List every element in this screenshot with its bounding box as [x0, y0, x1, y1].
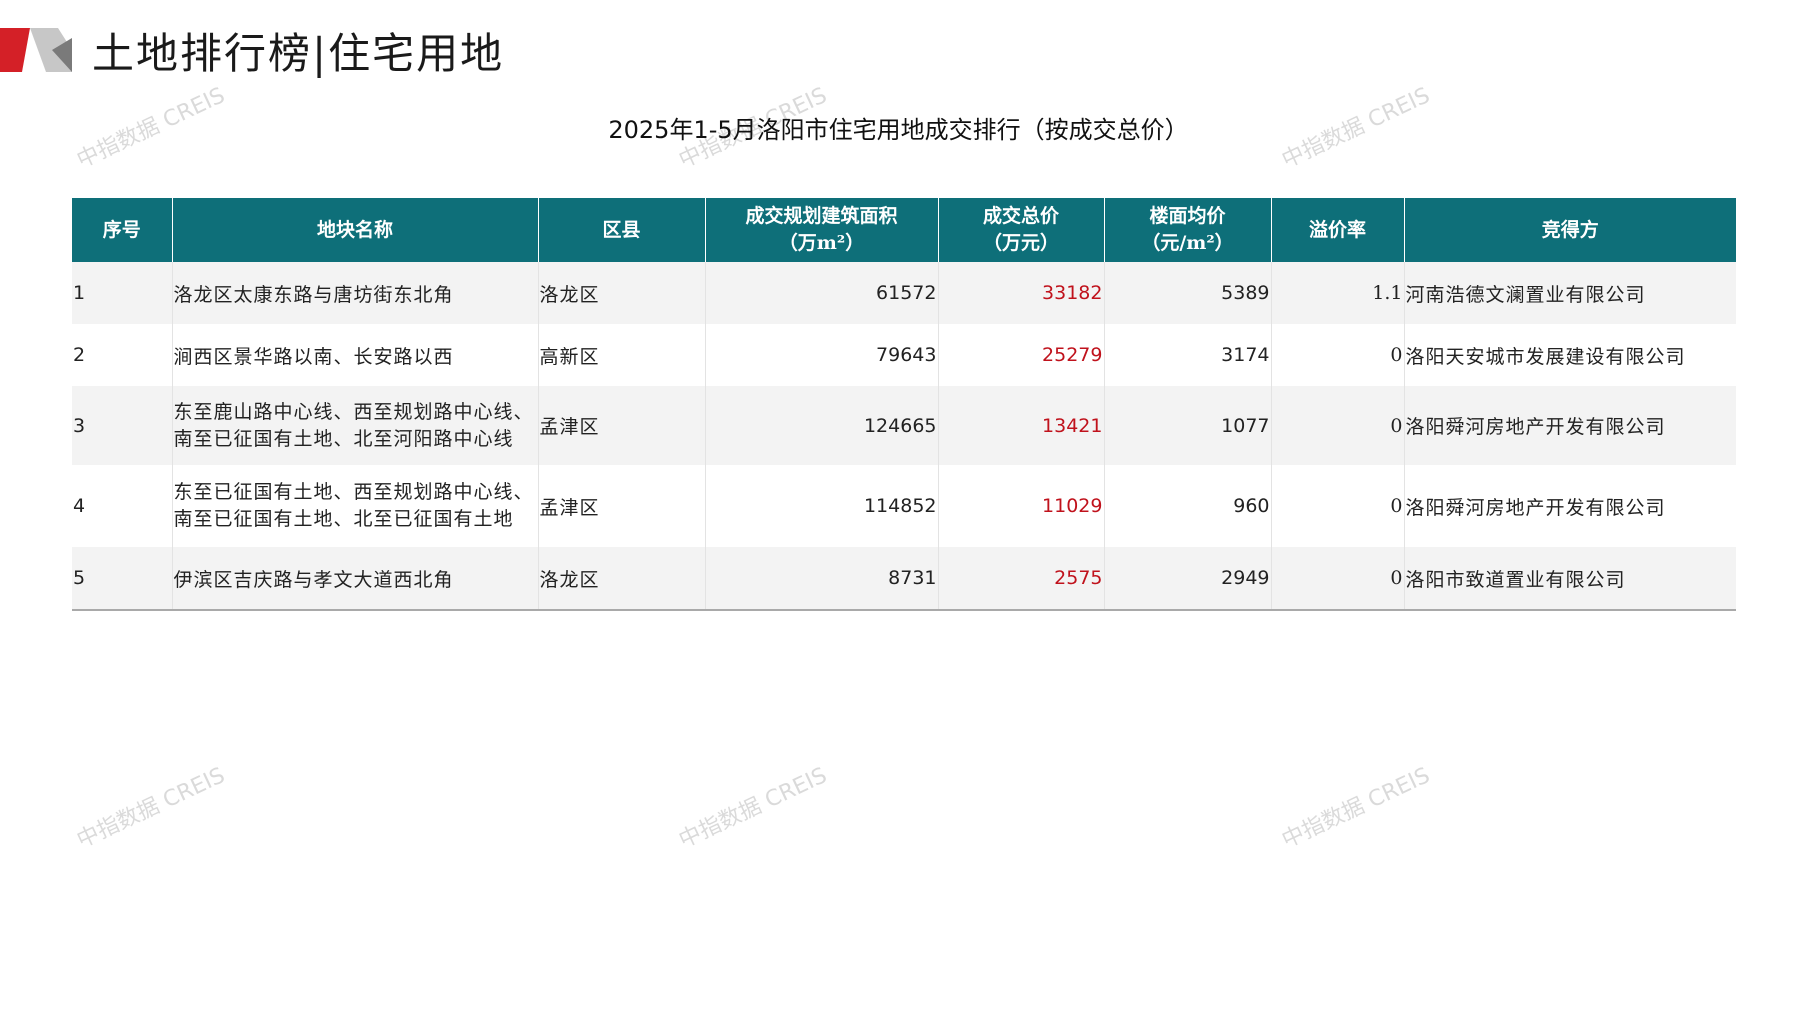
cell-winner: 洛阳天安城市发展建设有限公司: [1403, 324, 1736, 386]
cell-floor-area: 124665: [704, 386, 938, 465]
cell-total-price: 2575: [937, 547, 1104, 611]
brand-logo-icon: [0, 28, 72, 72]
watermark: 中指数据 CREIS: [675, 763, 831, 854]
cell-district: 高新区: [537, 324, 705, 386]
cell-total-price: 25279: [937, 324, 1104, 386]
cell-premium-rate: 1.1: [1270, 262, 1404, 324]
cell-floor-area: 79643: [704, 324, 938, 386]
table-row: 5 伊滨区吉庆路与孝文大道西北角 洛龙区 8731 2575 2949 0 洛阳…: [72, 547, 1736, 611]
cell-parcel-name: 涧西区景华路以南、长安路以西: [171, 324, 538, 386]
cell-unit-price: 5389: [1103, 262, 1271, 324]
cell-rank: 4: [72, 465, 172, 547]
col-header-premium-rate: 溢价率: [1270, 198, 1404, 262]
cell-premium-rate: 0: [1270, 465, 1404, 547]
cell-winner: 洛阳市致道置业有限公司: [1403, 547, 1736, 611]
table-title: 2025年1-5月洛阳市住宅用地成交排行（按成交总价）: [608, 116, 1189, 144]
cell-parcel-name: 伊滨区吉庆路与孝文大道西北角: [171, 547, 538, 611]
cell-total-price: 33182: [937, 262, 1104, 324]
table-header-row: 序号 地块名称 区县 成交规划建筑面积 （万m²） 成交总价 （万元） 楼面均价 （元…: [72, 198, 1736, 262]
col-header-parcel-name: 地块名称: [171, 198, 538, 262]
cell-premium-rate: 0: [1270, 324, 1404, 386]
page-title: 土地排行榜|住宅用地: [92, 29, 505, 78]
col-header-district: 区县: [537, 198, 705, 262]
cell-premium-rate: 0: [1270, 547, 1404, 611]
cell-premium-rate: 0: [1270, 386, 1404, 465]
cell-floor-area: 114852: [704, 465, 938, 547]
watermark: 中指数据 CREIS: [73, 763, 229, 854]
cell-unit-price: 3174: [1103, 324, 1271, 386]
cell-floor-area: 61572: [704, 262, 938, 324]
cell-rank: 2: [72, 324, 172, 386]
cell-unit-price: 960: [1103, 465, 1271, 547]
table-row: 3 东至鹿山路中心线、西至规划路中心线、南至已征国有土地、北至河阳路中心线 孟津…: [72, 386, 1736, 465]
ranking-table: 序号 地块名称 区县 成交规划建筑面积 （万m²） 成交总价 （万元） 楼面均价 （元…: [72, 198, 1736, 611]
cell-unit-price: 2949: [1103, 547, 1271, 611]
table-row: 4 东至已征国有土地、西至规划路中心线、南至已征国有土地、北至已征国有土地 孟津…: [72, 465, 1736, 547]
cell-parcel-name: 东至鹿山路中心线、西至规划路中心线、南至已征国有土地、北至河阳路中心线: [171, 386, 538, 465]
cell-district: 孟津区: [537, 386, 705, 465]
cell-parcel-name: 洛龙区太康东路与唐坊街东北角: [171, 262, 538, 324]
cell-district: 洛龙区: [537, 262, 705, 324]
cell-parcel-name: 东至已征国有土地、西至规划路中心线、南至已征国有土地、北至已征国有土地: [171, 465, 538, 547]
col-header-total-price: 成交总价 （万元）: [937, 198, 1104, 262]
cell-district: 孟津区: [537, 465, 705, 547]
col-header-winner: 竞得方: [1403, 198, 1736, 262]
table-row: 2 涧西区景华路以南、长安路以西 高新区 79643 25279 3174 0 …: [72, 324, 1736, 386]
cell-winner: 洛阳舜河房地产开发有限公司: [1403, 386, 1736, 465]
cell-total-price: 11029: [937, 465, 1104, 547]
watermark: 中指数据 CREIS: [1278, 763, 1434, 854]
cell-winner: 河南浩德文澜置业有限公司: [1403, 262, 1736, 324]
col-header-unit-price: 楼面均价 （元/m²）: [1103, 198, 1271, 262]
cell-floor-area: 8731: [704, 547, 938, 611]
cell-rank: 1: [72, 262, 172, 324]
cell-rank: 3: [72, 386, 172, 465]
col-header-floor-area: 成交规划建筑面积 （万m²）: [704, 198, 938, 262]
cell-winner: 洛阳舜河房地产开发有限公司: [1403, 465, 1736, 547]
cell-unit-price: 1077: [1103, 386, 1271, 465]
cell-total-price: 13421: [937, 386, 1104, 465]
cell-district: 洛龙区: [537, 547, 705, 611]
table-row: 1 洛龙区太康东路与唐坊街东北角 洛龙区 61572 33182 5389 1.…: [72, 262, 1736, 324]
col-header-rank: 序号: [72, 198, 172, 262]
cell-rank: 5: [72, 547, 172, 611]
